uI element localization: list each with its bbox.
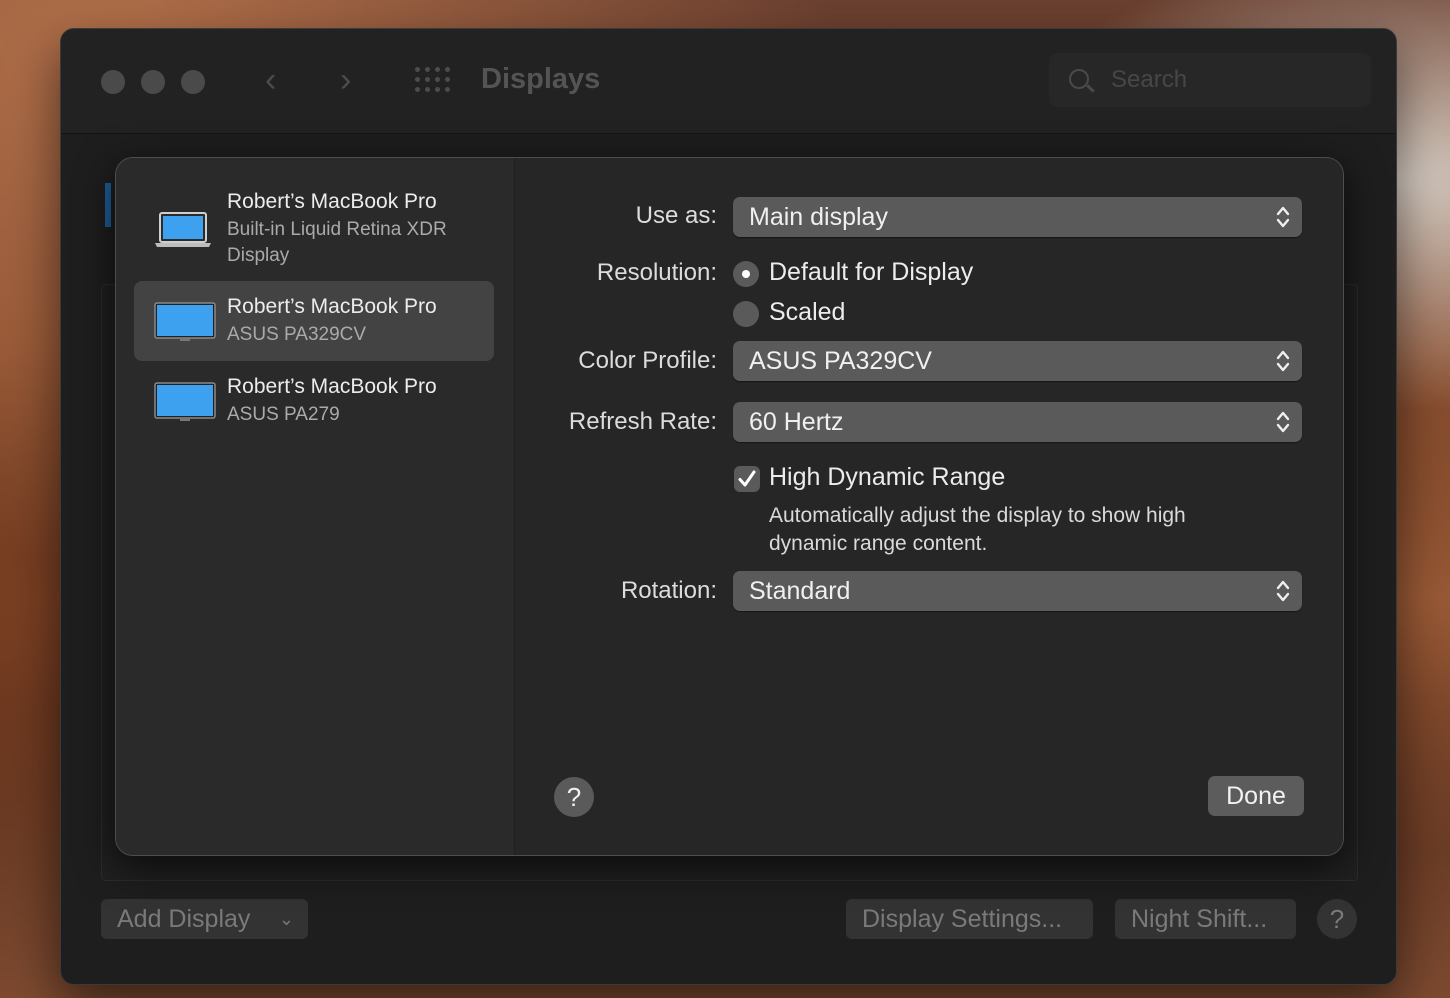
use-as-value: Main display: [749, 203, 888, 231]
minimize-window-button[interactable]: [141, 70, 165, 94]
display-subtitle: ASUS PA329CV: [227, 324, 367, 345]
color-profile-popup[interactable]: ASUS PA329CV: [733, 341, 1302, 381]
monitor-icon: [154, 302, 216, 341]
up-down-chevron-icon: [1276, 580, 1290, 602]
display-settings-sheet: Robert’s MacBook Pro Built-in Liquid Ret…: [115, 157, 1344, 856]
display-name: Robert’s MacBook Pro: [227, 190, 437, 213]
background-selection-indicator: [105, 183, 111, 227]
help-button[interactable]: ?: [1317, 899, 1357, 939]
display-name: Robert’s MacBook Pro: [227, 295, 437, 318]
use-as-label: Use as:: [635, 202, 717, 229]
window-title: Displays: [481, 63, 601, 95]
laptop-icon: [155, 212, 211, 247]
up-down-chevron-icon: [1276, 411, 1290, 433]
radio-scaled[interactable]: [733, 301, 759, 327]
display-item-builtin[interactable]: Robert’s MacBook Pro Built-in Liquid Ret…: [134, 178, 494, 274]
color-profile-value: ASUS PA329CV: [749, 347, 932, 375]
display-item-asus-pa279[interactable]: Robert’s MacBook Pro ASUS PA279: [134, 364, 494, 444]
hdr-label: High Dynamic Range: [769, 463, 1006, 491]
use-as-popup[interactable]: Main display: [733, 197, 1302, 237]
done-button[interactable]: Done: [1208, 776, 1304, 816]
color-profile-label: Color Profile:: [578, 347, 717, 374]
rotation-value: Standard: [749, 577, 851, 605]
resolution-label: Resolution:: [596, 259, 717, 286]
up-down-chevron-icon: [1276, 206, 1290, 228]
refresh-rate-popup[interactable]: 60 Hertz: [733, 402, 1302, 442]
display-subtitle: ASUS PA279: [227, 404, 340, 425]
close-window-button[interactable]: [101, 70, 125, 94]
refresh-rate-label: Refresh Rate:: [568, 408, 717, 435]
back-arrow-icon[interactable]: ‹: [265, 63, 276, 97]
scaled-label: Scaled: [769, 298, 846, 326]
up-down-chevron-icon: [1276, 350, 1290, 372]
rotation-popup[interactable]: Standard: [733, 571, 1302, 611]
zoom-window-button[interactable]: [181, 70, 205, 94]
hdr-description: Automatically adjust the display to show…: [769, 504, 1186, 555]
add-display-button[interactable]: Add Display ⌄: [101, 899, 308, 939]
show-all-grid-icon[interactable]: [415, 67, 451, 93]
refresh-rate-value: 60 Hertz: [749, 408, 844, 436]
display-subtitle: Built-in Liquid Retina XDR Display: [227, 219, 447, 266]
forward-arrow-icon[interactable]: ›: [340, 63, 351, 97]
search-placeholder: Search: [1111, 66, 1188, 93]
display-item-asus-pa329cv[interactable]: Robert’s MacBook Pro ASUS PA329CV: [134, 281, 494, 361]
radio-default-for-display[interactable]: [733, 261, 759, 287]
night-shift-button[interactable]: Night Shift...: [1115, 899, 1296, 939]
display-name: Robert’s MacBook Pro: [227, 375, 437, 398]
checkmark-icon: [738, 470, 756, 487]
search-field[interactable]: Search: [1049, 53, 1371, 107]
title-bar: ‹ › Displays Search: [61, 29, 1396, 134]
add-display-label: Add Display: [117, 905, 251, 933]
display-options-panel: Use as: Main display Resolution: Default…: [515, 158, 1343, 855]
rotation-label: Rotation:: [620, 577, 717, 604]
sheet-help-button[interactable]: ?: [554, 777, 594, 817]
default-for-display-label: Default for Display: [769, 258, 974, 286]
display-settings-button[interactable]: Display Settings...: [846, 899, 1093, 939]
chevron-down-icon: ⌄: [278, 909, 294, 929]
hdr-checkbox[interactable]: [734, 466, 760, 492]
search-icon: [1069, 69, 1089, 89]
display-list: Robert’s MacBook Pro Built-in Liquid Ret…: [116, 158, 515, 855]
monitor-icon: [154, 382, 216, 421]
